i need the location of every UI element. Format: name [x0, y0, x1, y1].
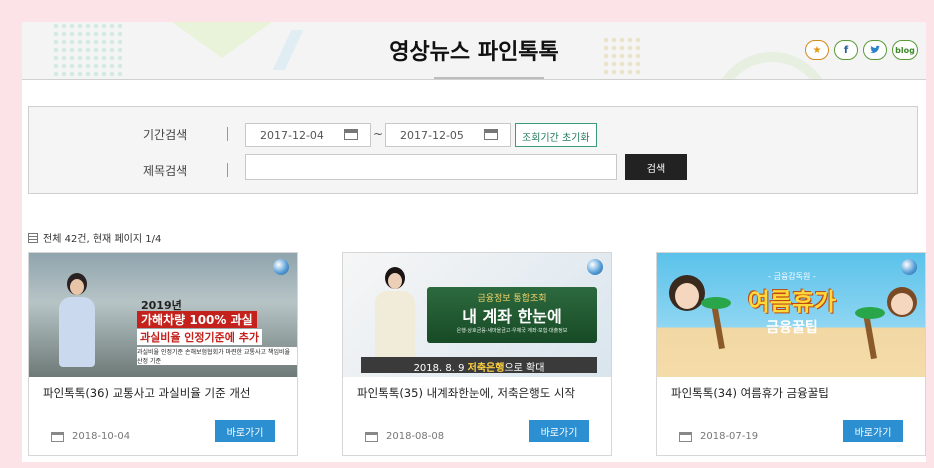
presenter-figure: [57, 273, 97, 377]
calendar-icon: [365, 431, 378, 442]
video-thumbnail[interactable]: - 금융감독원 - 여름휴가 금융꿀팁: [657, 253, 925, 377]
calendar-icon[interactable]: [484, 129, 498, 140]
date-range-tilde: ~: [373, 127, 384, 141]
video-card[interactable]: - 금융감독원 - 여름휴가 금융꿀팁 파인톡톡(34) 여름휴가 금융꿀팁 2…: [656, 252, 926, 456]
divider: [227, 163, 228, 177]
thumb-text: 2018. 8. 9: [413, 363, 468, 374]
card-date: 2018-07-19: [679, 431, 758, 442]
search-button[interactable]: 검색: [625, 154, 687, 180]
go-button[interactable]: 바로가기: [215, 420, 275, 442]
video-card[interactable]: 2019년 가해차량 100% 과실 과실비율 인정기준에 추가 과실비율 인정…: [28, 252, 298, 456]
palm-tree: [711, 302, 725, 350]
thumb-text: 금융꿀팁: [766, 320, 818, 336]
social-links: ★ f blog: [805, 40, 918, 60]
thumbnail-ticker: 2018. 8. 9 저축은행으로 확대: [361, 357, 597, 374]
reset-period-button[interactable]: 조회기간 초기화: [515, 123, 597, 147]
calendar-icon: [679, 431, 692, 442]
end-date-value: 2017-12-05: [400, 129, 464, 142]
character-figure: [887, 287, 917, 317]
calendar-icon[interactable]: [344, 129, 358, 140]
result-count-text: 전체 42건, 현재 페이지 1/4: [43, 234, 162, 245]
period-label: 기간검색: [143, 128, 188, 142]
page-title: 영상뉴스 파인톡톡: [389, 40, 559, 65]
star-icon[interactable]: ★: [805, 40, 829, 60]
card-title[interactable]: 파인톡톡(34) 여름휴가 금융꿀팁: [671, 385, 915, 401]
go-button[interactable]: 바로가기: [529, 420, 589, 442]
blog-icon[interactable]: blog: [892, 40, 918, 60]
page-frame: 영상뉴스 파인톡톡 ★ f blog 기간검색 2017-12-04 ~ 201…: [22, 22, 926, 462]
card-title[interactable]: 파인톡톡(36) 교통사고 과실비율 기준 개선: [43, 385, 287, 401]
thumbnail-caption: 2019년 가해차량 100% 과실 과실비율 인정기준에 추가 과실비율 인정…: [137, 297, 297, 365]
twitter-icon[interactable]: [863, 40, 887, 60]
video-card[interactable]: 금융정보 통합조회 내 계좌 한눈에 은행·상호금융·새마을금고·우체국 계좌·…: [342, 252, 612, 456]
thumb-text: 과실비율 인정기준 손해보험협회가 마련한 교통사고 책임비율 산정 기준: [137, 347, 297, 365]
list-icon: [28, 232, 38, 243]
search-panel: 기간검색 2017-12-04 ~ 2017-12-05 조회기간 초기화 제목…: [28, 106, 918, 194]
card-date: 2018-08-08: [365, 431, 444, 442]
thumbnail-banner: - 금융감독원 - 여름휴가 금융꿀팁: [727, 271, 857, 337]
facebook-icon[interactable]: f: [834, 40, 858, 60]
thumbnail-board: 금융정보 통합조회 내 계좌 한눈에 은행·상호금융·새마을금고·우체국 계좌·…: [427, 287, 597, 343]
twitter-bird-shape: [870, 45, 880, 53]
result-summary: 전체 42건, 현재 페이지 1/4: [28, 230, 161, 245]
card-title[interactable]: 파인톡톡(35) 내계좌한눈에, 저축은행도 시작: [357, 385, 601, 401]
page-header: 영상뉴스 파인톡톡 ★ f blog: [22, 22, 926, 80]
go-button[interactable]: 바로가기: [843, 420, 903, 442]
calendar-icon: [51, 431, 64, 442]
start-date-value: 2017-12-04: [260, 129, 324, 142]
end-date-field[interactable]: 2017-12-05: [385, 123, 511, 147]
logo-icon: [587, 259, 603, 275]
divider: [227, 127, 228, 141]
palm-tree: [863, 312, 877, 360]
card-date: 2018-10-04: [51, 431, 130, 442]
thumb-text: - 금융감독원 -: [768, 272, 816, 281]
card-date-text: 2018-08-08: [386, 431, 445, 442]
start-date-field[interactable]: 2017-12-04: [245, 123, 371, 147]
thumb-text: 저축은행: [467, 363, 505, 374]
video-thumbnail[interactable]: 금융정보 통합조회 내 계좌 한눈에 은행·상호금융·새마을금고·우체국 계좌·…: [343, 253, 611, 377]
title-underline: [434, 77, 544, 79]
logo-icon: [273, 259, 289, 275]
thumb-text: 내 계좌 한눈에: [462, 307, 562, 326]
video-thumbnail[interactable]: 2019년 가해차량 100% 과실 과실비율 인정기준에 추가 과실비율 인정…: [29, 253, 297, 377]
thumb-text: 으로 확대: [504, 363, 545, 374]
thumb-text: 여름휴가: [747, 288, 837, 316]
thumb-text: 가해차량 100% 과실: [137, 311, 257, 328]
title-search-input[interactable]: [245, 154, 617, 180]
character-figure: [669, 275, 705, 311]
card-date-text: 2018-10-04: [72, 431, 131, 442]
logo-icon: [901, 259, 917, 275]
palm-leaf: [855, 307, 885, 319]
thumb-text: 은행·상호금융·새마을금고·우체국 계좌·보험·대출정보: [456, 328, 568, 334]
title-label: 제목검색: [143, 164, 188, 178]
thumb-text: 과실비율 인정기준에 추가: [137, 329, 262, 345]
card-date-text: 2018-07-19: [700, 431, 759, 442]
